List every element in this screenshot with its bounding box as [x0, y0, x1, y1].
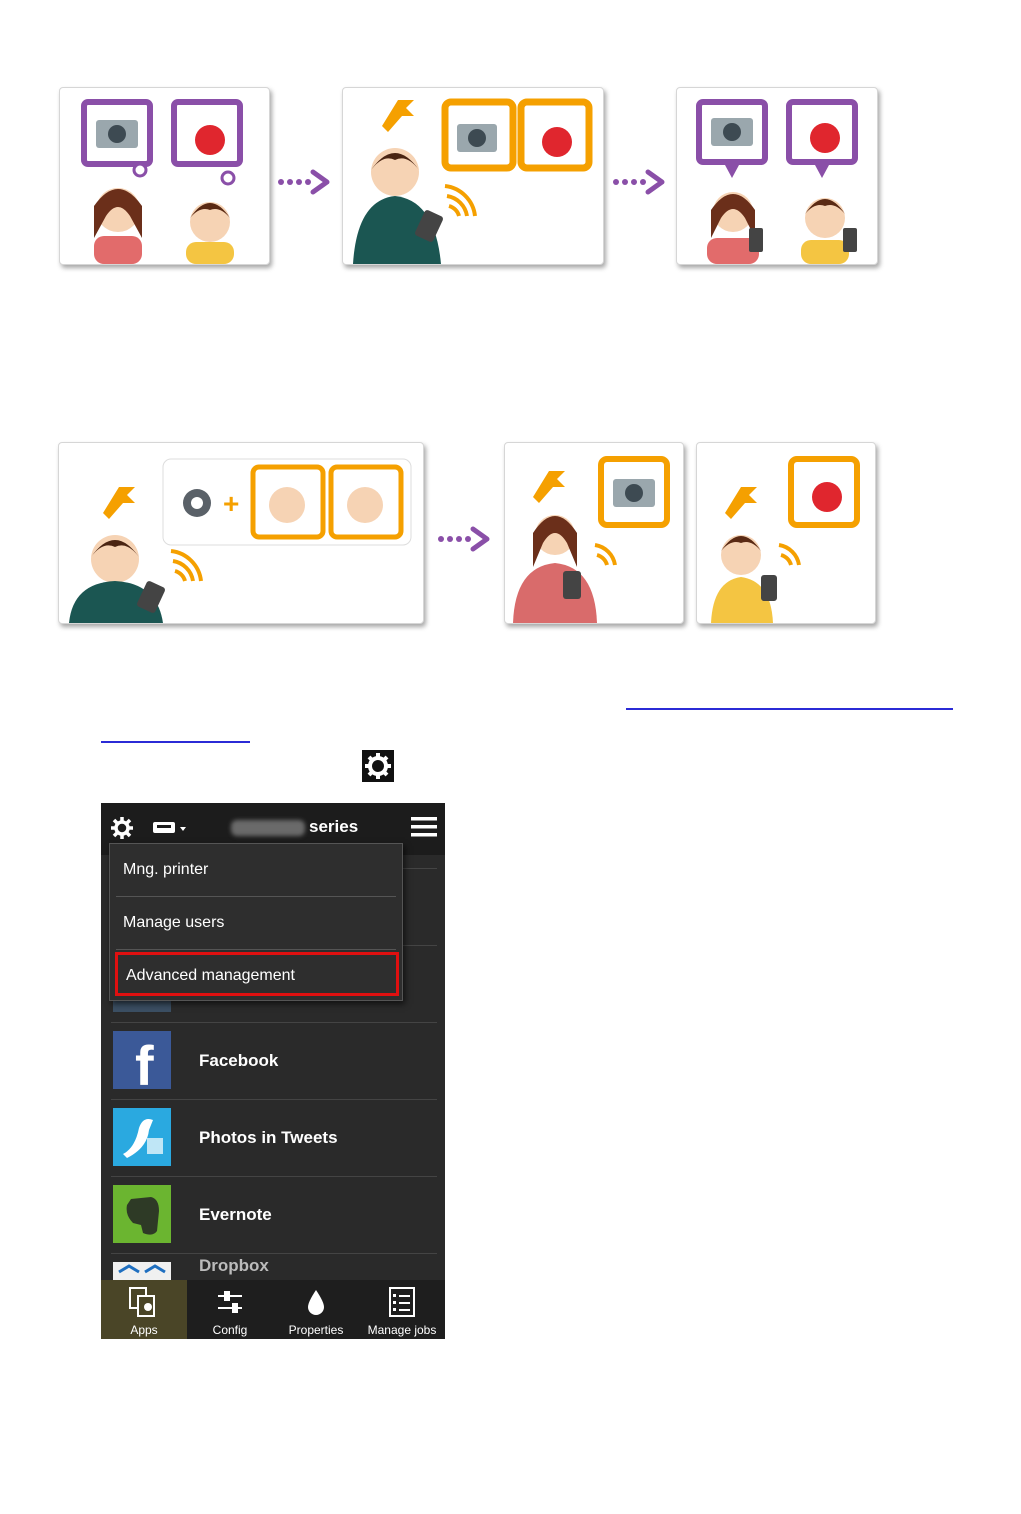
facebook-icon: f [113, 1031, 171, 1097]
gear-icon[interactable] [109, 815, 135, 841]
illustration-panel-admin-adds [342, 87, 604, 265]
settings-dropdown-menu: Mng. printer Manage users Advanced manag… [109, 843, 403, 1001]
menu-item-advanced-management[interactable]: Advanced management [115, 952, 399, 996]
tab-config[interactable]: Config [187, 1280, 273, 1339]
menu-item-manage-users[interactable]: Manage users [116, 897, 396, 950]
link-underline[interactable] [101, 741, 250, 743]
app-name: Dropbox [199, 1256, 269, 1275]
ink-drop-icon [308, 1290, 324, 1315]
illustration-panel-users-use [676, 87, 878, 265]
app-screenshot: series f Facebook Photos in Tweets Evern… [101, 803, 445, 1339]
tab-label: Apps [130, 1323, 158, 1337]
svg-text:+: + [223, 488, 239, 519]
user-with-camera-app-illustration [513, 456, 670, 623]
app-row-facebook[interactable]: f Facebook [111, 1022, 437, 1099]
app-row-evernote[interactable]: Evernote [111, 1176, 437, 1253]
illustration-panel-admin-assigns: + [58, 442, 424, 624]
illustration-panel-user-camera [504, 442, 684, 624]
tab-label: Manage jobs [367, 1323, 437, 1337]
blurred-model-name [231, 819, 305, 836]
app-row-photos-in-tweets[interactable]: Photos in Tweets [111, 1099, 437, 1176]
users-using-apps-illustration [696, 99, 858, 264]
arrow-dots-icon [613, 169, 665, 195]
title-suffix: series [309, 817, 359, 836]
menu-item-mng-printer[interactable]: Mng. printer [116, 844, 396, 897]
app-name: Evernote [199, 1205, 272, 1224]
tab-properties[interactable]: Properties [273, 1280, 359, 1339]
app-name: Facebook [199, 1051, 279, 1070]
arrow-dots-icon [278, 169, 330, 195]
arrow-dots-icon [438, 526, 490, 552]
svg-text:f: f [135, 1034, 154, 1089]
jobs-list-icon [389, 1287, 415, 1317]
illustration-panel-user-drawing [696, 442, 876, 624]
link-underline[interactable] [626, 708, 953, 710]
illustration-panel-request [59, 87, 270, 265]
printer-name-title: series [231, 817, 358, 837]
printer-select-icon[interactable] [151, 818, 191, 838]
tab-label: Properties [288, 1323, 344, 1337]
admin-adding-apps-illustration [353, 98, 593, 264]
users-wishing-apps-illustration [81, 99, 243, 264]
app-name: Photos in Tweets [199, 1128, 338, 1147]
tab-label: Config [212, 1323, 248, 1337]
menu-item-label: Advanced management [126, 967, 295, 984]
sliders-icon [218, 1291, 242, 1313]
admin-assigning-settings-illustration: + [69, 458, 412, 623]
menu-item-label: Mng. printer [123, 861, 209, 878]
apps-icon [129, 1287, 155, 1317]
twitter-bird-icon [113, 1108, 171, 1166]
bottom-tab-bar: Apps Config Properties Manage jobs [101, 1280, 445, 1339]
hamburger-menu-icon[interactable] [411, 815, 437, 839]
tab-apps[interactable]: Apps [101, 1280, 187, 1339]
menu-item-label: Manage users [123, 914, 225, 931]
user-with-drawing-app-illustration [711, 456, 860, 623]
gear-icon [362, 750, 394, 782]
evernote-icon [113, 1185, 171, 1243]
tab-manage-jobs[interactable]: Manage jobs [359, 1280, 445, 1339]
